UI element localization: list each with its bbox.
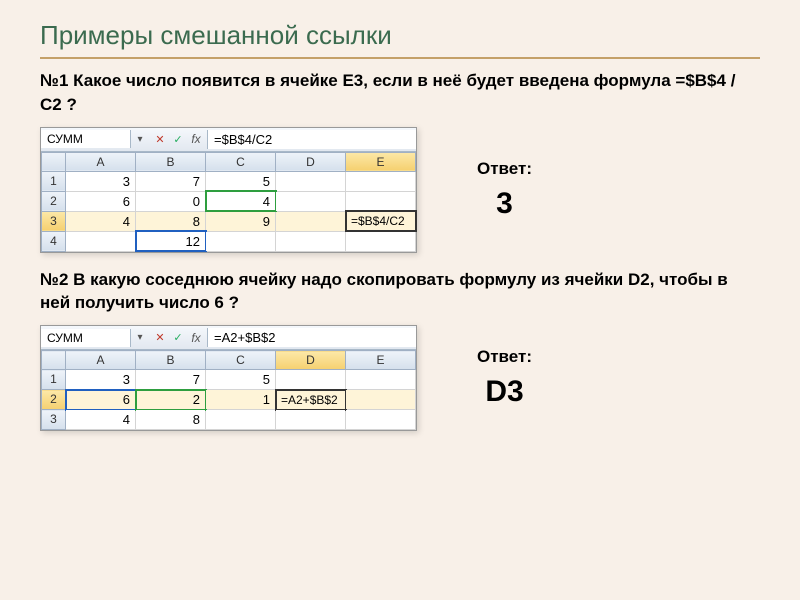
excel-screenshot-2: СУММ ▾ ✕ ✓ fx =A2+$B$2 A B C D E [40,325,417,431]
cell[interactable] [346,171,416,191]
col-header-A[interactable]: A [66,152,136,171]
name-box[interactable]: СУММ [41,329,131,347]
excel-screenshot-1: СУММ ▾ ✕ ✓ fx =$B$4/C2 A B C D E [40,127,417,253]
col-header-A[interactable]: A [66,351,136,370]
fx-icon[interactable]: fx [189,331,203,345]
cell[interactable]: 5 [206,370,276,390]
cell[interactable]: 8 [136,211,206,231]
row-header-1[interactable]: 1 [42,171,66,191]
formula-input[interactable]: =A2+$B$2 [207,328,416,347]
answer-label: Ответ: [477,347,532,367]
cancel-icon[interactable]: ✕ [153,132,167,146]
answer-value: D3 [485,375,523,409]
col-header-D[interactable]: D [276,152,346,171]
row-header-2[interactable]: 2 [42,191,66,211]
cell-active[interactable]: =A2+$B$2 [276,390,346,410]
cell[interactable]: 4 [206,191,276,211]
cell[interactable] [276,191,346,211]
col-header-D[interactable]: D [276,351,346,370]
cell[interactable]: 4 [66,410,136,430]
cell[interactable] [276,211,346,231]
cell[interactable] [346,191,416,211]
confirm-icon[interactable]: ✓ [171,132,185,146]
cell[interactable]: 12 [136,231,206,251]
spreadsheet-grid: A B C D E 1 3 7 5 2 6 2 [41,350,416,430]
cell[interactable]: 3 [66,370,136,390]
cell[interactable] [346,231,416,251]
col-header-C[interactable]: C [206,351,276,370]
cell[interactable]: 6 [66,191,136,211]
formula-bar: СУММ ▾ ✕ ✓ fx =A2+$B$2 [41,326,416,350]
cell[interactable] [346,370,416,390]
col-header-C[interactable]: C [206,152,276,171]
answer-block-2: Ответ: D3 [477,347,532,409]
row-header-3[interactable]: 3 [42,211,66,231]
row-header-1[interactable]: 1 [42,370,66,390]
answer-value: 3 [496,187,513,221]
cell[interactable] [206,231,276,251]
fx-icon[interactable]: fx [189,132,203,146]
spreadsheet-grid: A B C D E 1 3 7 5 2 6 0 [41,152,416,252]
name-box-dropdown-icon[interactable]: ▾ [131,134,149,145]
cell[interactable] [276,231,346,251]
cell[interactable]: 3 [66,171,136,191]
formula-bar: СУММ ▾ ✕ ✓ fx =$B$4/C2 [41,128,416,152]
row-header-2[interactable]: 2 [42,390,66,410]
cell[interactable]: 7 [136,171,206,191]
cell[interactable]: 0 [136,191,206,211]
row-header-4[interactable]: 4 [42,231,66,251]
col-header-B[interactable]: B [136,152,206,171]
col-header-E[interactable]: E [346,152,416,171]
cell[interactable]: 1 [206,390,276,410]
cell[interactable]: 4 [66,211,136,231]
name-box-dropdown-icon[interactable]: ▾ [131,332,149,343]
answer-label: Ответ: [477,159,532,179]
slide-title: Примеры смешанной ссылки [40,20,760,59]
question-1: №1 Какое число появится в ячейке E3, есл… [40,69,760,117]
cell[interactable]: 5 [206,171,276,191]
cancel-icon[interactable]: ✕ [153,331,167,345]
cell[interactable] [346,410,416,430]
row-header-3[interactable]: 3 [42,410,66,430]
cell[interactable] [206,410,276,430]
cell[interactable] [276,370,346,390]
cell[interactable] [276,171,346,191]
name-box[interactable]: СУММ [41,130,131,148]
question-2: №2 В какую соседнюю ячейку надо скопиров… [40,268,760,316]
cell[interactable] [66,231,136,251]
select-all-corner[interactable] [42,152,66,171]
cell[interactable]: 9 [206,211,276,231]
col-header-B[interactable]: B [136,351,206,370]
answer-block-1: Ответ: 3 [477,159,532,221]
select-all-corner[interactable] [42,351,66,370]
cell[interactable]: 8 [136,410,206,430]
cell[interactable]: 7 [136,370,206,390]
cell[interactable]: 2 [136,390,206,410]
confirm-icon[interactable]: ✓ [171,331,185,345]
cell[interactable] [346,390,416,410]
cell[interactable]: 6 [66,390,136,410]
cell[interactable] [276,410,346,430]
col-header-E[interactable]: E [346,351,416,370]
cell-active[interactable]: =$B$4/C2 [346,211,416,231]
formula-input[interactable]: =$B$4/C2 [207,130,416,149]
